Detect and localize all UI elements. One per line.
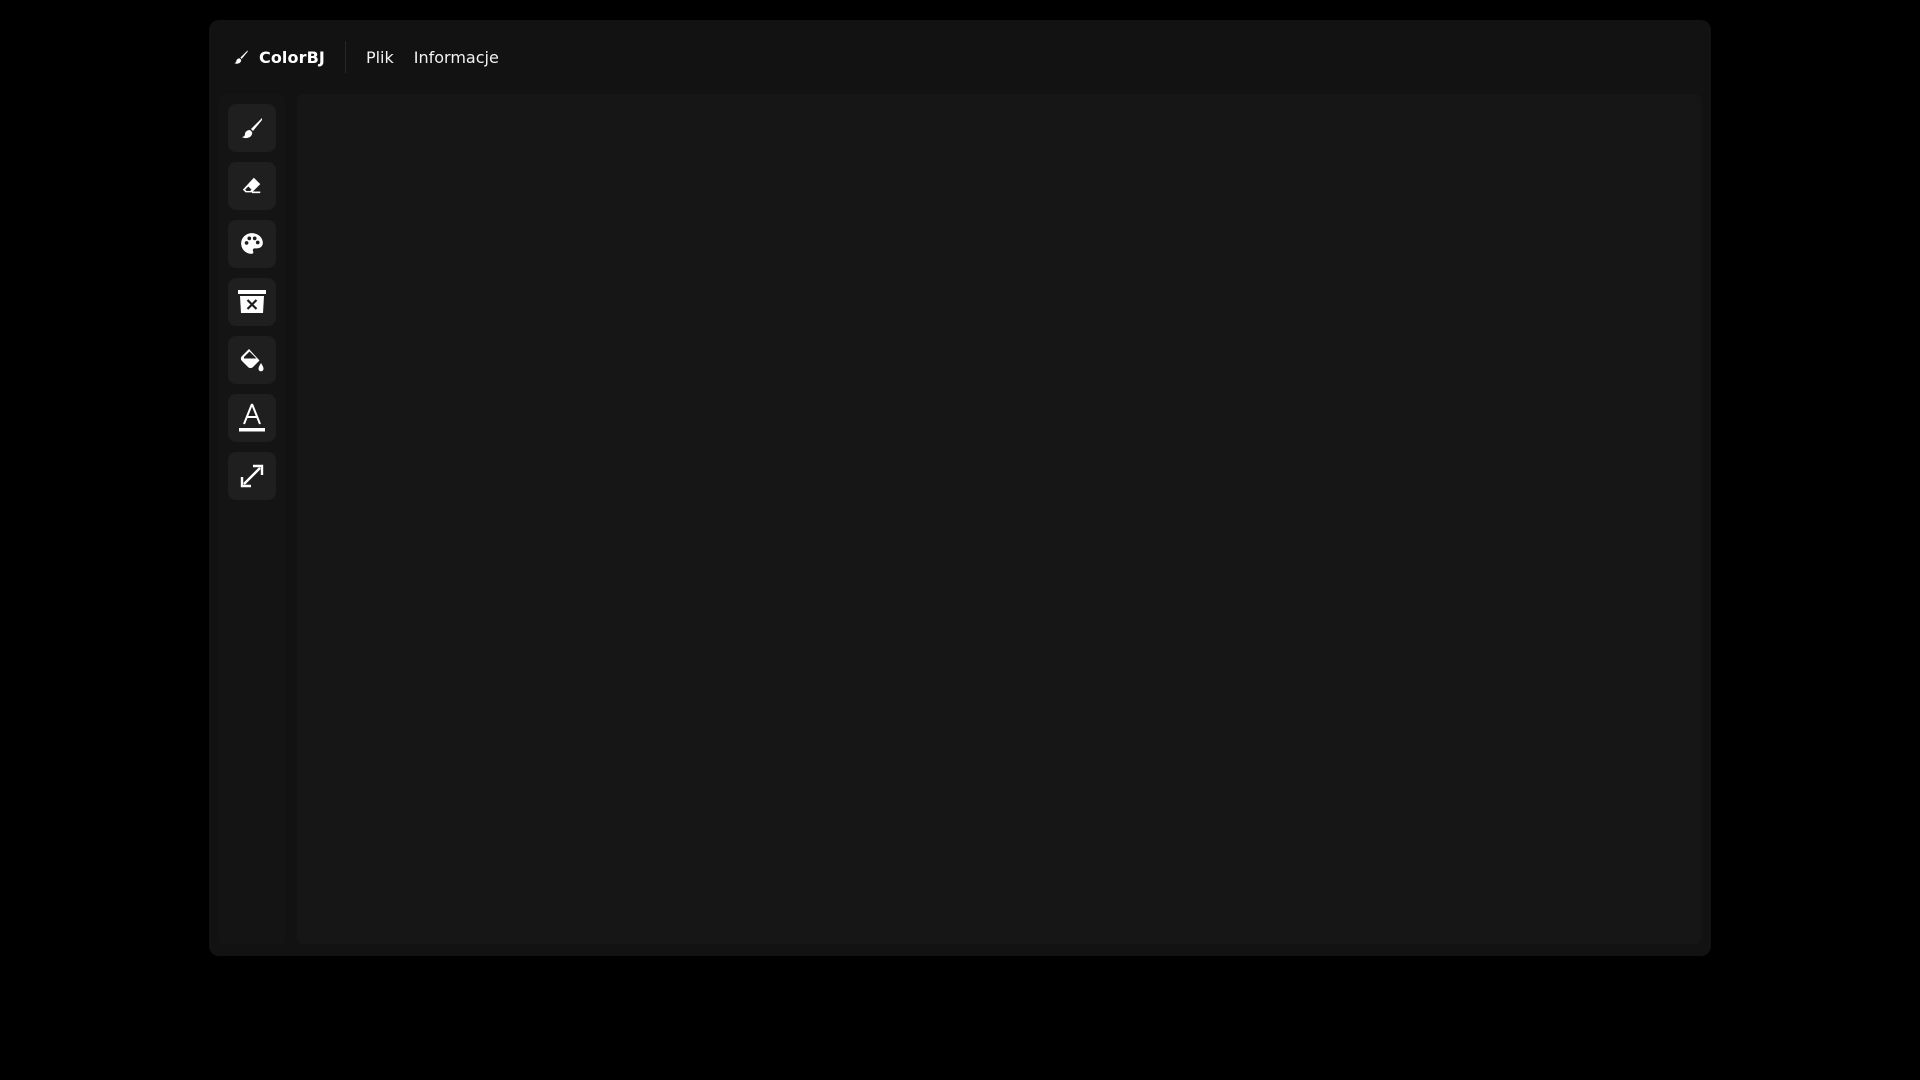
menu-item-file[interactable]: Plik [366, 48, 394, 67]
resize-tool-button[interactable] [228, 452, 276, 500]
palette-tool-button[interactable] [228, 220, 276, 268]
eraser-icon [241, 175, 263, 197]
drawing-canvas[interactable] [297, 94, 1701, 944]
app-window: ColorBJ Plik Informacje [209, 20, 1711, 956]
brand: ColorBJ [233, 41, 346, 73]
text-tool-button[interactable] [228, 394, 276, 442]
fill-bucket-icon [238, 346, 266, 374]
clear-canvas-icon [237, 289, 267, 315]
brush-icon [233, 49, 249, 65]
clear-canvas-tool-button[interactable] [228, 278, 276, 326]
tool-sidebar [219, 94, 285, 944]
eraser-tool-button[interactable] [228, 162, 276, 210]
palette-icon [239, 231, 265, 257]
resize-icon [239, 463, 265, 489]
menu-item-info[interactable]: Informacje [414, 48, 499, 67]
brush-tool-button[interactable] [228, 104, 276, 152]
brush-icon [240, 116, 264, 140]
text-icon [238, 402, 266, 434]
app-title: ColorBJ [259, 47, 325, 67]
top-bar: ColorBJ Plik Informacje [209, 20, 1711, 94]
fill-tool-button[interactable] [228, 336, 276, 384]
